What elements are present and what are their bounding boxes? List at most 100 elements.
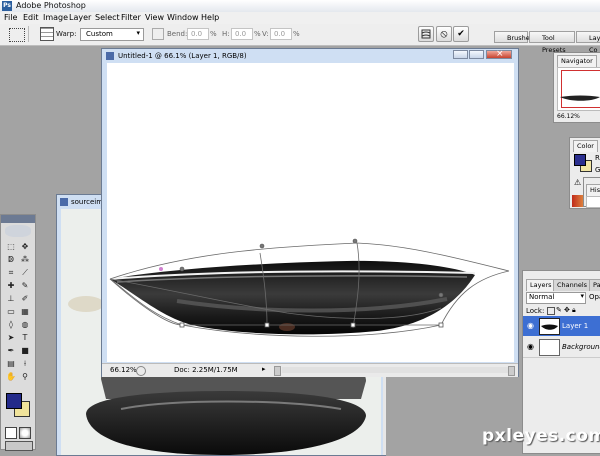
menu-view[interactable]: View xyxy=(145,13,164,22)
lock-pixels-icon[interactable]: ✎ xyxy=(556,306,562,314)
eraser-tool-icon[interactable]: ▭ xyxy=(5,306,17,317)
marquee-tool-icon[interactable]: ⬚ xyxy=(5,241,17,252)
document-size: Doc: 2.25M/1.75M xyxy=(174,366,238,374)
v-value: 0.0 xyxy=(274,30,286,38)
close-icon: × xyxy=(496,49,504,59)
tab-history[interactable]: His xyxy=(586,184,600,196)
hand-tool-icon[interactable]: ✋ xyxy=(5,371,17,382)
layer-row-layer1[interactable]: ◉ Layer 1 xyxy=(523,316,600,336)
app-title: Adobe Photoshop xyxy=(16,1,86,10)
history-brush-icon[interactable]: ✐ xyxy=(19,293,31,304)
close-button[interactable]: × xyxy=(486,49,512,59)
eye-icon[interactable]: ◉ xyxy=(527,342,534,351)
clone-stamp-icon[interactable]: ⊥ xyxy=(5,293,17,304)
eye-icon[interactable]: ◉ xyxy=(527,321,534,330)
v-field[interactable]: 0.0 xyxy=(270,28,292,40)
zoom-level[interactable]: 66.12% xyxy=(110,366,137,374)
slice-tool-icon[interactable]: ⟋ xyxy=(19,267,31,278)
color-foreground-swatch[interactable] xyxy=(574,154,586,166)
lock-position-icon[interactable]: ✥ xyxy=(564,306,570,314)
move-tool-icon[interactable]: ✥ xyxy=(19,241,31,252)
scrollbar-right-button[interactable] xyxy=(508,366,515,376)
gradient-tool-icon[interactable]: ▦ xyxy=(19,306,31,317)
commit-transform-button[interactable]: ✔ xyxy=(453,26,469,42)
notes-tool-icon[interactable]: ▤ xyxy=(5,358,17,369)
menu-window[interactable]: Window xyxy=(167,13,199,22)
path-select-icon[interactable]: ➤ xyxy=(5,332,17,343)
layer-thumbnail xyxy=(539,339,560,356)
quick-mask-icon[interactable] xyxy=(19,427,31,439)
bend-field[interactable]: 0.0 xyxy=(187,28,209,40)
navigator-preview[interactable] xyxy=(557,67,600,111)
v-label: V: xyxy=(262,30,269,38)
horizontal-scrollbar[interactable] xyxy=(282,367,508,373)
menu-layer[interactable]: Layer xyxy=(69,13,91,22)
menu-image[interactable]: Image xyxy=(43,13,68,22)
divider xyxy=(28,26,29,42)
navigator-zoom[interactable]: 66.12% xyxy=(557,113,580,120)
menu-file[interactable]: File xyxy=(4,13,17,22)
lasso-tool-icon[interactable]: ↁ xyxy=(5,254,17,265)
warp-select-value: Custom xyxy=(86,30,113,38)
shape-tool-icon[interactable]: ■ xyxy=(19,345,31,356)
checkmark-icon: ✔ xyxy=(457,29,465,39)
eyedropper-icon[interactable]: ⟊ xyxy=(19,358,31,369)
layer-name: Background xyxy=(562,343,600,351)
opacity-label: Opa xyxy=(589,293,600,301)
menu-help[interactable]: Help xyxy=(201,13,219,22)
foreground-color-swatch[interactable] xyxy=(6,393,22,409)
maximize-button[interactable] xyxy=(469,50,484,59)
cancel-transform-button[interactable]: ⦸ xyxy=(436,26,452,42)
dodge-tool-icon[interactable]: ◍ xyxy=(19,319,31,330)
tab-tool-presets[interactable]: Tool Presets xyxy=(529,31,575,54)
menu-filter[interactable]: Filter xyxy=(121,13,141,22)
type-tool-icon[interactable]: T xyxy=(19,332,31,343)
color-g-label: G xyxy=(595,166,600,174)
tab-brushes[interactable]: Brushes xyxy=(494,31,533,43)
tab-navigator[interactable]: Navigator xyxy=(557,55,597,67)
standard-mode-icon[interactable] xyxy=(5,427,17,439)
status-menu-arrow-icon[interactable]: ▸ xyxy=(262,365,266,373)
brush-tool-icon[interactable]: ✎ xyxy=(19,280,31,291)
document-canvas[interactable] xyxy=(107,63,514,362)
v-percent: % xyxy=(293,30,300,38)
lock-all-icon[interactable]: 🔒︎ xyxy=(572,306,576,315)
crop-tool-icon[interactable]: ⌗ xyxy=(5,267,17,278)
layer-row-background[interactable]: ◉ Background xyxy=(523,337,600,358)
navigator-panel: Navigator 66.12% xyxy=(553,52,600,123)
navigator-thumbnail xyxy=(560,95,600,101)
toolbox: ⬚ ✥ ↁ ⁂ ⌗ ⟋ ✚ ✎ ⊥ ✐ ▭ ▦ ◊ ◍ ➤ T ✒ ■ ▤ ⟊ … xyxy=(0,214,36,451)
chevron-down-icon: ▾ xyxy=(580,292,584,300)
warp-toggle-button[interactable] xyxy=(418,26,434,42)
history-list[interactable] xyxy=(586,196,600,208)
photoshop-app-icon: Ps xyxy=(2,1,12,11)
document-window[interactable]: Untitled-1 @ 66.1% (Layer 1, RGB/8) × 66… xyxy=(101,48,519,377)
scrollbar-left-button[interactable] xyxy=(274,366,281,376)
tab-color[interactable]: Color xyxy=(573,140,598,152)
change-orientation-icon[interactable] xyxy=(152,28,164,40)
pen-tool-icon[interactable]: ✒ xyxy=(5,345,17,356)
magic-wand-icon[interactable]: ⁂ xyxy=(19,254,31,265)
blend-mode-select[interactable]: Normal ▾ xyxy=(526,292,586,304)
status-info-icon[interactable] xyxy=(136,366,146,376)
zoom-tool-icon[interactable]: ⚲ xyxy=(19,371,31,382)
warp-select[interactable]: Custom ▾ xyxy=(80,28,144,41)
blur-tool-icon[interactable]: ◊ xyxy=(5,319,17,330)
tool-preset-icon[interactable] xyxy=(9,28,25,42)
tab-layer-comps[interactable]: Layer Co xyxy=(576,31,600,54)
healing-brush-icon[interactable]: ✚ xyxy=(5,280,17,291)
tab-layers[interactable]: Layers xyxy=(526,279,556,291)
minimize-button[interactable] xyxy=(453,50,468,59)
menu-edit[interactable]: Edit xyxy=(23,13,39,22)
document-title: Untitled-1 @ 66.1% (Layer 1, RGB/8) xyxy=(118,52,247,60)
toolbox-header[interactable] xyxy=(1,215,35,223)
menu-select[interactable]: Select xyxy=(95,13,120,22)
warp-mode-icon[interactable] xyxy=(40,27,54,41)
warning-icon[interactable]: ⚠ xyxy=(574,178,581,187)
tab-channels[interactable]: Channels xyxy=(553,279,592,291)
cancel-icon: ⦸ xyxy=(440,27,448,40)
lock-transparency-icon[interactable] xyxy=(547,307,555,315)
tab-paths[interactable]: Pat xyxy=(589,279,600,291)
feather-icon xyxy=(5,225,31,237)
h-field[interactable]: 0.0 xyxy=(231,28,253,40)
